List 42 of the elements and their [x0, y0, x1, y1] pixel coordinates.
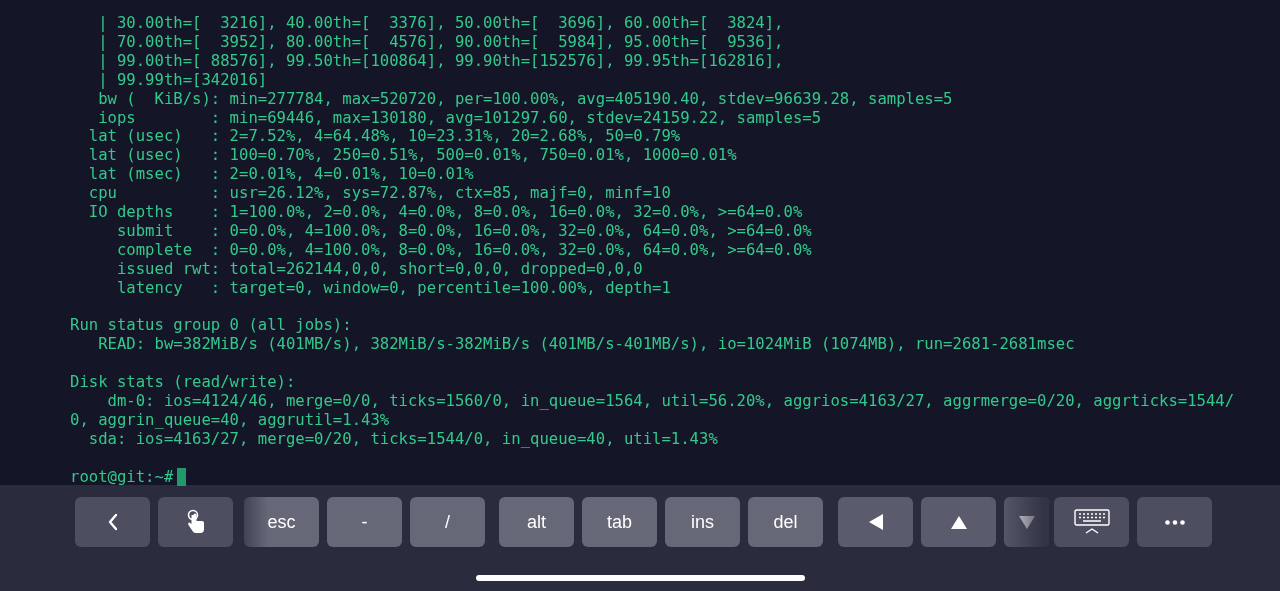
terminal-line: issued rwt: total=262144,0,0, short=0,0,0, dropped=0,0,0 [115, 259, 644, 279]
terminal-line: | 30.00th=[ 3216], 40.00th=[ 3376], 50.00th=[ 3696], 60.00th=[ 3824], [97, 14, 785, 33]
terminal-line: | 70.00th=[ 3952], 80.00th=[ 4576], 90.00th=[ 5984], 95.00th=[ 9536], [97, 32, 785, 52]
triangle-up-icon [949, 514, 968, 530]
triangle-left-icon [867, 513, 884, 531]
pointing-hand-icon [186, 509, 205, 535]
terminal-line: latency : target=0, window=0, percentile=100.00%, depth=1 [115, 278, 672, 298]
terminal-line: | 99.99th=[342016] [97, 70, 269, 90]
terminal-line: Run status group 0 (all jobs): [70, 316, 353, 336]
touch-mode-button[interactable] [158, 497, 233, 547]
terminal-line: bw ( KiB/s): min=277784, max=520720, per=100.00%, avg=405190.40, stdev=96639.28, samples=5 [97, 89, 954, 109]
terminal-line: Disk stats (read/write): [70, 373, 297, 393]
arrow-up-key[interactable] [921, 497, 996, 547]
text-cursor [177, 468, 187, 487]
terminal-line: complete : 0=0.0%, 4=100.0%, 8=0.0%, 16=0.0%, 32=0.0%, 64=0.0%, >=64=0.0% [115, 240, 813, 260]
key-button[interactable]: alt [499, 497, 574, 547]
terminal-line: iops : min=69446, max=130180, avg=101297.60, stdev=24159.22, samples=5 [97, 108, 823, 128]
terminal-line: lat (msec) : 2=0.01%, 4=0.01%, 10=0.01% [87, 165, 475, 185]
keyboard-toggle-button[interactable] [1054, 497, 1129, 547]
arrow-left-key[interactable] [838, 497, 913, 547]
keyboard-icon [1073, 509, 1110, 535]
key-button[interactable]: ins [665, 497, 740, 547]
more-icon [1164, 519, 1185, 525]
arrow-down-key[interactable] [1004, 497, 1049, 547]
terminal-line: | 99.00th=[ 88576], 99.50th=[100864], 99.90th=[152576], 99.95th=[162816], [97, 51, 785, 71]
key-button[interactable]: del [748, 497, 823, 547]
key-button[interactable]: tab [582, 497, 657, 547]
terminal-line: cpu : usr=26.12%, sys=72.87%, ctx=85, majf=0, minf=10 [87, 184, 672, 204]
key-button[interactable]: - [327, 497, 402, 547]
terminal-line: lat (usec) : 100=0.70%, 250=0.51%, 500=0.01%, 750=0.01%, 1000=0.01% [87, 146, 738, 166]
terminal-line: 0, aggrin_queue=40, aggrutil=1.43% [70, 411, 391, 430]
key-button[interactable]: / [410, 497, 485, 547]
chevron-left-icon [106, 513, 119, 531]
key-button[interactable]: esc [244, 497, 319, 547]
terminal-line: lat (usec) : 2=7.52%, 4=64.48%, 10=23.31%, 20=2.68%, 50=0.79% [87, 127, 682, 147]
terminal-line: submit : 0=0.0%, 4=100.0%, 8=0.0%, 16=0.0%, 32=0.0%, 64=0.0%, >=64=0.0% [115, 221, 813, 241]
terminal-line: READ: bw=382MiB/s (401MB/s), 382MiB/s-382MiB/s (401MB/s-401MB/s), io=1024MiB (1074MB), run=2681-2681msec [97, 335, 1076, 355]
shell-prompt: root@git:~# [70, 467, 174, 487]
terminal-line: sda: ios=4163/27, merge=0/20, ticks=1544/0, in_queue=40, util=1.43% [87, 429, 719, 449]
terminal-line: IO depths : 1=100.0%, 2=0.0%, 4=0.0%, 8=0.0%, 16=0.0%, 32=0.0%, >=64=0.0% [87, 203, 804, 222]
terminal-line: dm-0: ios=4124/46, merge=0/0, ticks=1560/0, in_queue=1564, util=56.20%, aggrios=4163/27, aggrmerge=0/20, aggrticks=1544/ [106, 392, 1236, 411]
triangle-down-icon [1018, 514, 1036, 530]
